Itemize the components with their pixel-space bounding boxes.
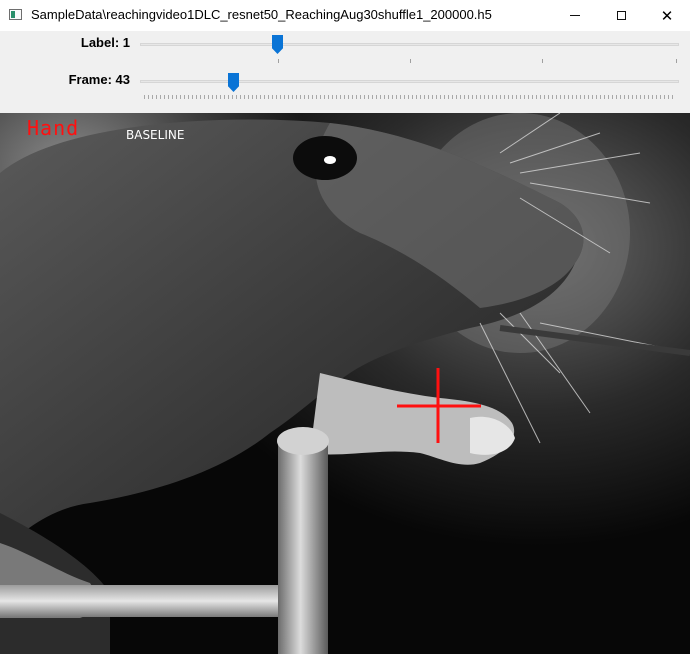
frame-slider-ticks — [144, 95, 676, 99]
maximize-icon — [616, 11, 626, 20]
minimize-button[interactable] — [552, 0, 598, 31]
close-icon: ✕ — [660, 7, 674, 25]
minimize-icon — [570, 15, 580, 16]
app-icon — [9, 9, 22, 20]
label-slider-label: Label: 1 — [80, 35, 130, 50]
label-slider-thumb[interactable] — [272, 35, 283, 54]
window-title: SampleData\reachingvideo1DLC_resnet50_Re… — [31, 7, 492, 22]
title-bar[interactable]: SampleData\reachingvideo1DLC_resnet50_Re… — [0, 0, 690, 32]
status-label: BASELINE — [126, 128, 185, 142]
label-slider-track[interactable] — [140, 43, 679, 46]
maximize-button[interactable] — [598, 0, 644, 31]
controls-panel: Label: 1 Frame: 43 — [0, 31, 690, 113]
video-frame[interactable]: Hand BASELINE — [0, 113, 690, 654]
label-slider-ticks — [140, 59, 680, 63]
video-image — [0, 113, 690, 654]
frame-slider-track[interactable] — [140, 80, 679, 83]
close-button[interactable]: ✕ — [644, 0, 690, 31]
body-part-label: Hand — [27, 116, 80, 140]
frame-slider-thumb[interactable] — [228, 73, 239, 92]
frame-slider-label: Frame: 43 — [68, 72, 130, 87]
